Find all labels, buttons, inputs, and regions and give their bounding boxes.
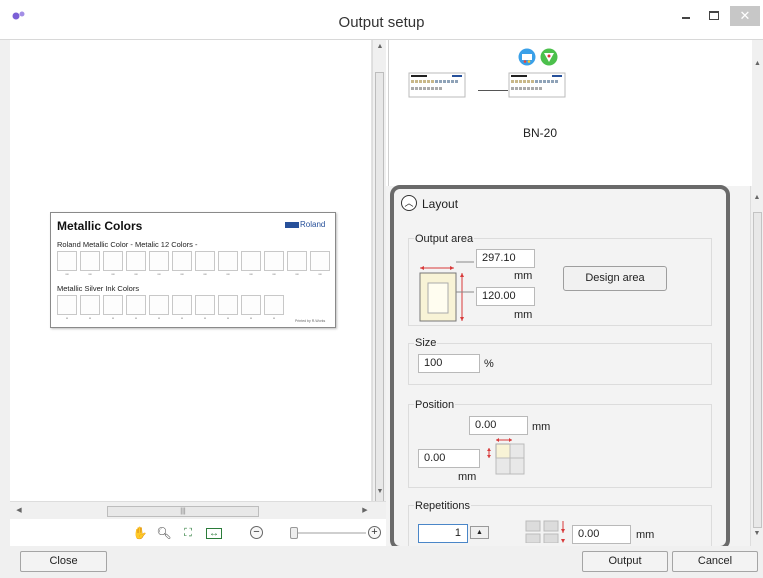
cancel-button[interactable]: Cancel [672,551,758,572]
zoom-slider-handle[interactable] [290,527,298,539]
preview-horizontal-scrollbar[interactable]: ◀ ||| ▶ [10,501,386,519]
preview-vertical-scrollbar[interactable]: ▲ ▼ [372,40,387,502]
swatch-row-silver [57,295,284,315]
chevron-up-icon[interactable]: ︿ [401,195,417,211]
scroll-up-arrow-icon[interactable]: ▲ [373,43,387,50]
document-preview: Metallic Colors Roland Roland Metallic C… [50,212,336,328]
scroll-up-arrow-icon[interactable]: ▲ [751,194,763,201]
zoom-out-button[interactable]: − [250,526,263,539]
scroll-down-arrow-icon[interactable]: ▼ [751,530,763,537]
position-diagram [487,438,525,475]
settings-scroll-thumb[interactable] [753,212,762,528]
ink-printer-icon[interactable] [518,48,536,66]
repetitions-spacing-unit: mm [636,529,655,541]
position-x-unit: mm [532,421,551,433]
preview-vertical-scroll-thumb[interactable] [375,72,384,502]
printer-model-label: BN-20 [522,126,557,140]
preview-horizontal-scroll-thumb[interactable]: ||| [107,506,259,517]
fit-page-icon[interactable]: ⛶ [180,525,196,541]
position-label: Position [414,399,456,411]
scroll-up-arrow-icon[interactable]: ▲ [752,60,763,67]
output-height-unit: mm [514,309,533,321]
output-width-unit: mm [514,270,533,282]
swatch-row-metallic [57,251,330,271]
roland-logo: Roland [285,220,325,229]
position-group [408,404,712,488]
printer-panel-scrollbar[interactable]: ▲ [752,40,763,186]
output-height-input[interactable]: 120.00 [476,287,535,306]
close-button[interactable]: Close [20,551,107,572]
maximize-button[interactable] [702,6,726,26]
scroll-right-arrow-icon[interactable]: ▶ [358,506,372,514]
document-title: Metallic Colors [57,219,143,233]
repetitions-spacing-input[interactable]: 0.00 [572,525,631,544]
swatch-labels-silver: ▪▪ ▪▪ ▪▪ ▪▪ ▪▪ ▪▪ ▪▪ ▪▪ ▪▪ ▪▪ [65,316,276,320]
document-section-metallic: Roland Metallic Color - Metalic 12 Color… [57,240,198,249]
swatch-labels-metallic: ▪▪▪ ▪▪▪ ▪▪▪ ▪▪▪ ▪▪▪ ▪▪▪ ▪▪▪ ▪▪▪ ▪▪▪ ▪▪▪ ▪▪▪ ▪▪▪ [65,272,322,276]
size-label: Size [414,337,438,349]
size-unit: % [484,358,494,370]
repetitions-label: Repetitions [414,500,472,512]
maximize-icon [709,10,719,20]
document-footer: Printed by R-Works [295,319,326,323]
printer-panel [388,40,752,186]
window-title: Output setup [338,14,425,31]
layout-section-title: Layout [422,197,459,211]
scroll-left-arrow-icon[interactable]: ◀ [12,506,26,514]
fit-width-icon[interactable]: ↔ [206,528,222,539]
scroll-down-arrow-icon[interactable]: ▼ [373,488,387,495]
output-width-input[interactable]: 297.10 [476,249,535,268]
document-section-silver: Metallic Silver Ink Colors [57,284,140,293]
output-thumbnail-right [508,72,566,112]
minimize-button[interactable] [674,6,698,26]
output-button[interactable]: Output [582,551,668,572]
position-y-input[interactable]: 0.00 [418,449,480,468]
design-area-button[interactable]: Design area [563,266,667,291]
zoom-slider-track[interactable] [292,532,366,534]
title-bar: Output setup ✕ [0,0,763,40]
output-area-label: Output area [414,233,475,245]
output-thumbnail-left [408,72,466,112]
size-input[interactable]: 100 [418,354,480,373]
close-icon: ✕ [739,8,751,23]
layout-section-header[interactable]: ︿ Layout [398,193,724,215]
preview-toolbar: ✋ 🔍︎ ⛶ ↔ − + [10,519,386,547]
hand-pan-icon[interactable]: ✋ [132,525,148,541]
minimize-icon [682,16,690,19]
left-edge [0,40,10,546]
window-close-button[interactable]: ✕ [730,6,760,26]
dimension-leader-lines [456,261,474,293]
position-y-unit: mm [458,471,477,483]
settings-vertical-scrollbar[interactable]: ▲ ▼ [750,186,763,546]
magnify-icon[interactable]: 🔍︎ [156,525,172,541]
repetitions-count-input[interactable]: 1 [418,524,468,543]
cutter-icon[interactable] [540,48,558,66]
connector-line [478,90,508,91]
position-x-input[interactable]: 0.00 [469,416,528,435]
zoom-in-button[interactable]: + [368,526,381,539]
repetitions-increment-button[interactable]: ▲ [470,526,489,539]
repetitions-diagram [525,520,565,543]
